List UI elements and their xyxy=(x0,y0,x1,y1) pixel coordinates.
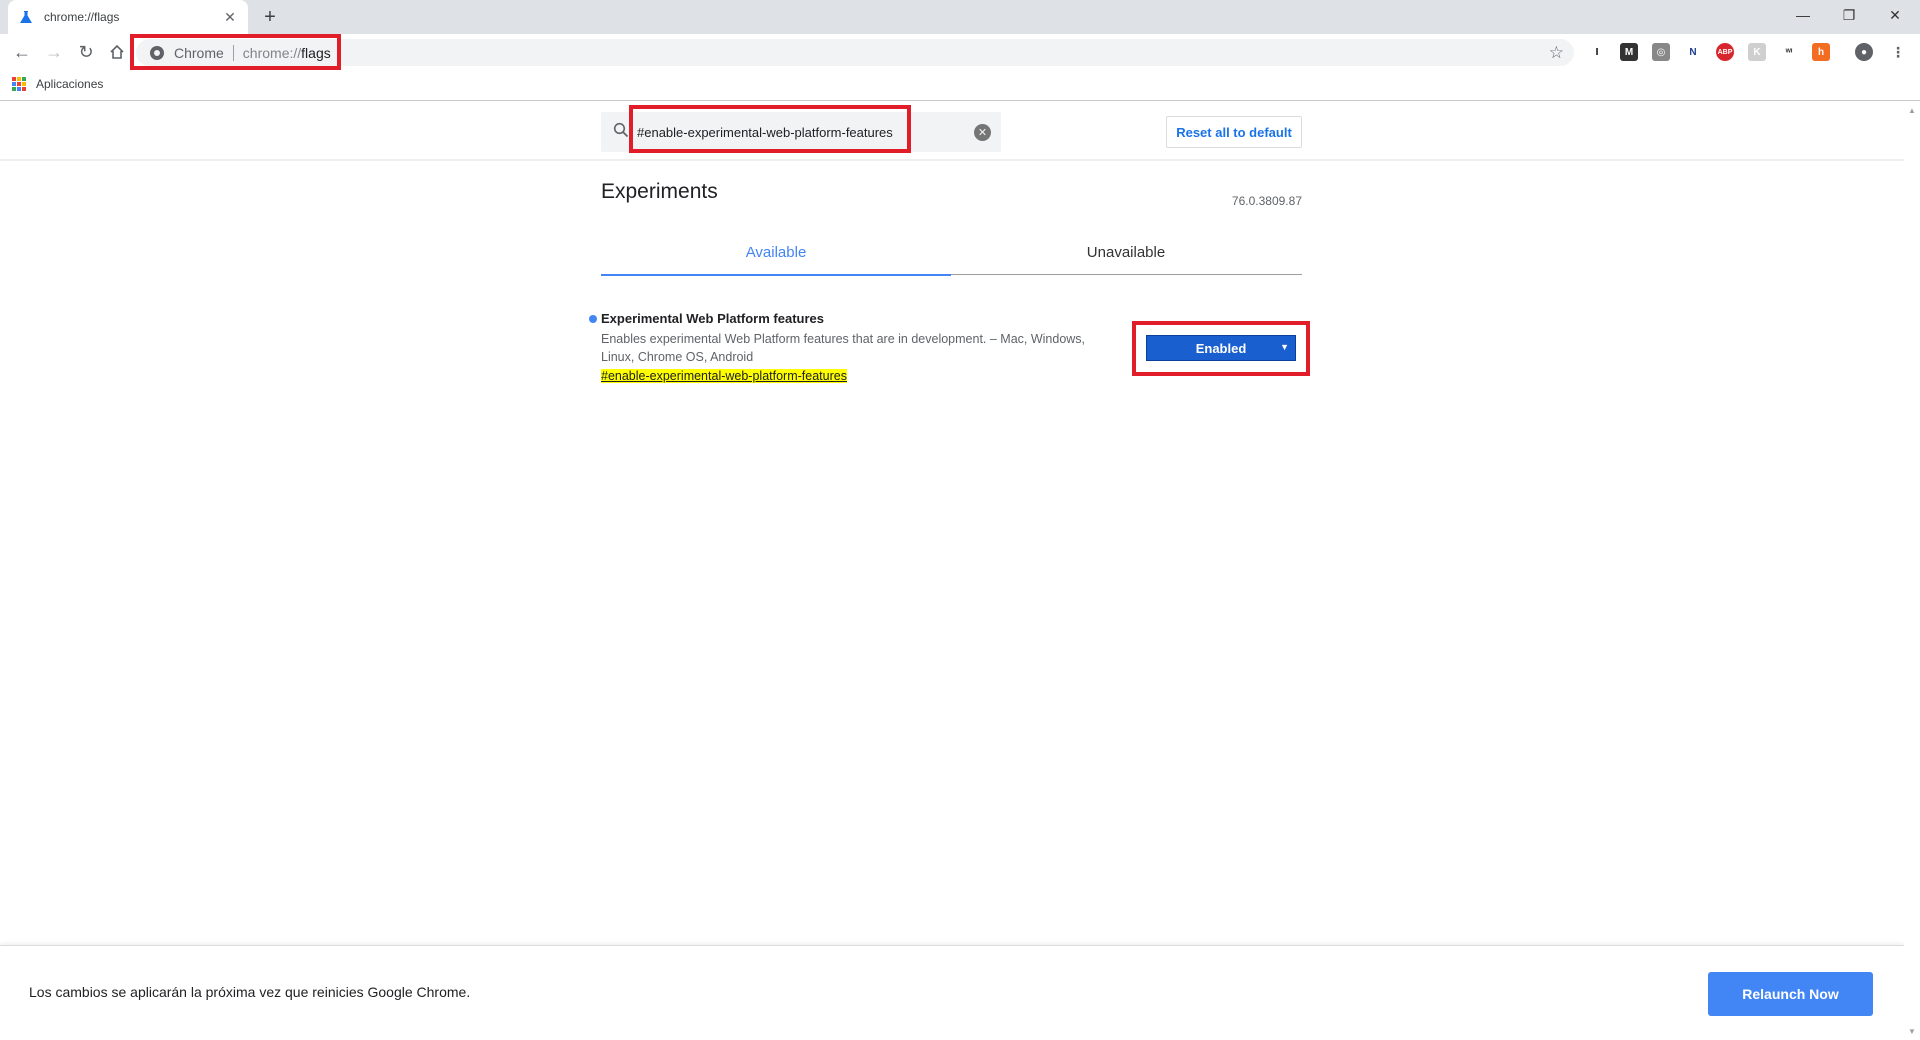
tab-strip: chrome://flags ✕ + — ❐ ✕ xyxy=(0,0,1920,34)
home-icon[interactable] xyxy=(105,40,129,64)
experiment-description: Enables experimental Web Platform featur… xyxy=(601,332,1086,364)
k-icon[interactable]: K xyxy=(1748,43,1766,61)
search-icon xyxy=(613,122,629,138)
chrome-icon xyxy=(150,45,164,60)
search-input[interactable] xyxy=(637,122,957,142)
honey-icon[interactable]: h xyxy=(1812,43,1830,61)
relaunch-footer: Los cambios se aplicarán la próxima vez … xyxy=(0,945,1904,1040)
tab-title: chrome://flags xyxy=(44,10,120,24)
profile-icon[interactable]: ● xyxy=(1855,43,1873,61)
scroll-down-icon[interactable]: ▼ xyxy=(1908,1027,1916,1036)
address-scheme: chrome:// xyxy=(242,44,302,61)
bookmark-star-icon[interactable]: ☆ xyxy=(1549,43,1564,63)
relaunch-button[interactable]: Relaunch Now xyxy=(1708,972,1873,1016)
page-scrollbar[interactable]: ▲ ▼ xyxy=(1904,102,1920,1040)
address-host: flags xyxy=(301,44,331,61)
instapaper-icon[interactable]: I xyxy=(1588,43,1606,61)
scroll-up-icon[interactable]: ▲ xyxy=(1908,106,1916,115)
address-bar[interactable]: Chrome chrome:// flags ☆ xyxy=(136,39,1574,66)
bookmarks-bar: Aplicaciones xyxy=(0,70,1920,101)
dropdown-arrow-icon: ▼ xyxy=(1280,342,1289,352)
world-icon[interactable]: ◎ xyxy=(1652,43,1670,61)
close-window-icon[interactable]: ✕ xyxy=(1872,0,1918,30)
modified-dot-icon xyxy=(589,315,597,323)
experiment-state-value: Enabled xyxy=(1195,340,1247,356)
menu-icon[interactable]: ⋮ xyxy=(1889,43,1907,61)
forward-icon[interactable]: → xyxy=(42,40,66,64)
reset-all-button[interactable]: Reset all to default xyxy=(1166,116,1302,148)
page-title: Experiments xyxy=(601,180,718,203)
search-box: ✕ xyxy=(601,112,1001,152)
mega-icon[interactable]: M xyxy=(1620,43,1638,61)
news-icon[interactable]: N xyxy=(1684,43,1702,61)
toolbar: ← → ↻ Chrome chrome:// flags ☆ I M ◎ N ABP Kʷ… xyxy=(0,34,1920,70)
apps-shortcut[interactable]: Aplicaciones xyxy=(12,77,103,91)
apps-grid-icon xyxy=(12,77,26,91)
experiment-name: Experimental Web Platform features xyxy=(601,311,824,326)
restore-icon[interactable]: ❐ xyxy=(1826,0,1872,30)
adblock-icon[interactable]: ABP xyxy=(1716,43,1734,61)
tab-available[interactable]: Available xyxy=(601,230,951,276)
minimize-icon[interactable]: — xyxy=(1780,0,1826,30)
back-icon[interactable]: ← xyxy=(10,40,34,64)
wifi-icon[interactable]: ʷᶦ xyxy=(1780,43,1798,61)
experiments-tabs: Available Unavailable xyxy=(601,230,1302,276)
flask-icon xyxy=(18,9,34,25)
reload-icon[interactable]: ↻ xyxy=(74,40,98,64)
flags-header: ✕ Reset all to default xyxy=(0,102,1904,161)
clear-search-icon[interactable]: ✕ xyxy=(974,124,991,141)
apps-label: Aplicaciones xyxy=(36,77,104,91)
address-chip: Chrome xyxy=(174,44,224,61)
tab-chrome-flags[interactable]: chrome://flags ✕ xyxy=(8,0,248,34)
new-tab-button[interactable]: + xyxy=(258,6,282,28)
version-label: 76.0.3809.87 xyxy=(1231,194,1302,208)
address-separator xyxy=(232,44,234,61)
relaunch-message: Los cambios se aplicarán la próxima vez … xyxy=(29,984,471,1000)
tab-unavailable[interactable]: Unavailable xyxy=(951,230,1301,274)
close-icon[interactable]: ✕ xyxy=(222,9,238,25)
experiment-state-select[interactable]: Enabled ▼ xyxy=(1146,335,1296,361)
experiment-permalink[interactable]: #enable-experimental-web-platform-featur… xyxy=(601,369,847,383)
